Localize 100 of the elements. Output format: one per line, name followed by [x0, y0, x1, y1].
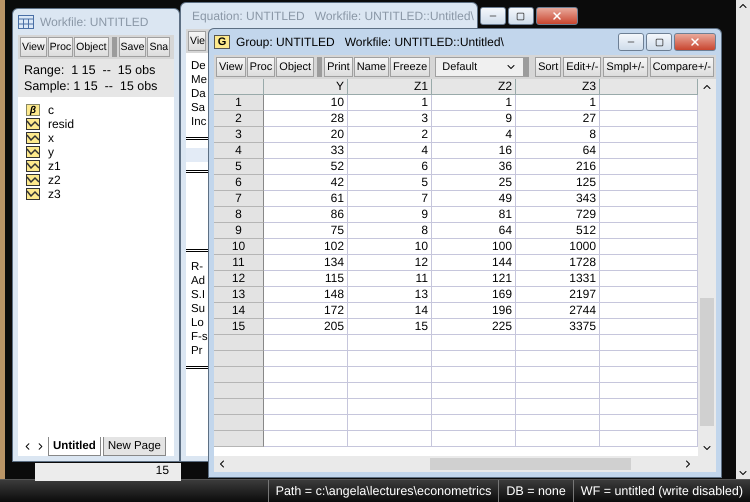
toolbar-button[interactable]: Object [74, 37, 109, 57]
object-item[interactable]: z1 [26, 159, 166, 173]
table-cell: 196 [432, 303, 516, 319]
series-icon [26, 132, 40, 144]
object-item[interactable]: y [26, 145, 166, 159]
output-text: Ad [191, 274, 206, 288]
object-item[interactable]: β c [26, 103, 166, 117]
table-cell: 64 [432, 223, 516, 239]
toolbar-button[interactable]: Save [118, 37, 146, 57]
object-item[interactable]: resid [26, 117, 166, 131]
db-status: DB = none [498, 480, 573, 502]
maximize-button[interactable] [646, 33, 672, 51]
minimize-button[interactable] [480, 7, 506, 25]
toolbar-button[interactable]: Edit+/- [563, 57, 602, 77]
table-cell: 42 [264, 175, 348, 191]
object-item[interactable]: x [26, 131, 166, 145]
object-item[interactable]: z3 [26, 187, 166, 201]
toolbar-button[interactable]: Smpl+/- [603, 57, 648, 77]
table-cell: 14 [348, 303, 432, 319]
object-item[interactable]: z2 [26, 173, 166, 187]
row-number: 13 [214, 287, 264, 303]
output-text: Pr [191, 344, 202, 358]
sample-text: Sample: 1 15 -- 15 obs [24, 79, 158, 93]
series-icon [26, 146, 40, 158]
highlight-bar [186, 148, 208, 162]
output-text: Sa [191, 101, 206, 115]
table-cell: 52 [264, 159, 348, 175]
table-cell: 729 [516, 207, 600, 223]
coefficient-icon: β [26, 104, 40, 116]
table-cell: 205 [264, 319, 348, 335]
table-cell: 512 [516, 223, 600, 239]
table-cell: 8 [348, 223, 432, 239]
table-cell: 1 [516, 95, 600, 111]
horizontal-scrollbar[interactable] [214, 456, 716, 472]
scrollbar-thumb[interactable] [700, 298, 714, 426]
table-cell: 25 [432, 175, 516, 191]
series-icon [26, 188, 40, 200]
close-button[interactable] [536, 7, 578, 25]
row-number: 6 [214, 175, 264, 191]
table-cell: 1728 [516, 255, 600, 271]
row-number: 10 [214, 239, 264, 255]
close-icon [689, 36, 701, 48]
vertical-scrollbar[interactable] [698, 79, 716, 456]
table-cell: 15 [348, 319, 432, 335]
table-cell: 9 [348, 207, 432, 223]
toolbar-button[interactable]: Print [324, 57, 353, 77]
scrollbar-thumb[interactable] [430, 458, 631, 470]
table-cell: 134 [264, 255, 348, 271]
main-scrollbar[interactable] [736, 0, 750, 479]
row-header-cell [214, 335, 264, 351]
row-number: 8 [214, 207, 264, 223]
toolbar-button[interactable]: Proc [48, 37, 74, 57]
background-window: 15 [35, 463, 181, 481]
path-status: Path = c:\angela\lectures\econometrics [268, 480, 498, 502]
table-cell: 49 [432, 191, 516, 207]
toolbar-button[interactable]: Freeze [390, 57, 430, 77]
table-cell: 148 [264, 287, 348, 303]
output-text: De [191, 59, 206, 73]
toolbar-button[interactable]: Vie [188, 31, 206, 51]
table-cell: 343 [516, 191, 600, 207]
toolbar-button[interactable]: View [20, 37, 47, 57]
row-header-cell [214, 415, 264, 431]
table-cell: 4 [432, 127, 516, 143]
table-cell: 3 [348, 111, 432, 127]
output-text: F-s [191, 330, 208, 344]
table-cell: 216 [516, 159, 600, 175]
table-cell: 9 [432, 111, 516, 127]
table-cell: 13 [348, 287, 432, 303]
table-cell: 33 [264, 143, 348, 159]
maximize-button[interactable] [508, 7, 534, 25]
toolbar-button[interactable]: Sna [147, 37, 170, 57]
table-cell: 20 [264, 127, 348, 143]
group-icon: G [214, 35, 230, 49]
toolbar-button[interactable]: Proc [246, 57, 276, 77]
series-icon [26, 118, 40, 130]
table-cell: 16 [432, 143, 516, 159]
toolbar-button[interactable]: View [216, 57, 246, 77]
view-dropdown[interactable]: Default [435, 57, 530, 77]
page-tab[interactable]: Untitled [48, 437, 101, 456]
table-cell: 61 [264, 191, 348, 207]
output-text: R- [191, 260, 204, 274]
table-cell: 28 [264, 111, 348, 127]
table-cell: 27 [516, 111, 600, 127]
wf-status: WF = untitled (write disabled) [572, 480, 750, 502]
table-cell: 81 [432, 207, 516, 223]
page-tab[interactable]: New Page [102, 437, 166, 456]
column-header: Z1 [348, 79, 432, 95]
table-cell: 115 [264, 271, 348, 287]
table-cell: 75 [264, 223, 348, 239]
toolbar-button[interactable]: Name [354, 57, 390, 77]
row-number: 15 [214, 319, 264, 335]
table-cell: 4 [348, 143, 432, 159]
toolbar-button[interactable]: Sort [535, 57, 562, 77]
table-cell: 36 [432, 159, 516, 175]
row-number: 3 [214, 127, 264, 143]
table-cell: 169 [432, 287, 516, 303]
series-icon [26, 160, 40, 172]
toolbar-button[interactable]: Compare+/- [650, 57, 714, 77]
toolbar-button[interactable]: Object [276, 57, 314, 77]
row-number: 7 [214, 191, 264, 207]
